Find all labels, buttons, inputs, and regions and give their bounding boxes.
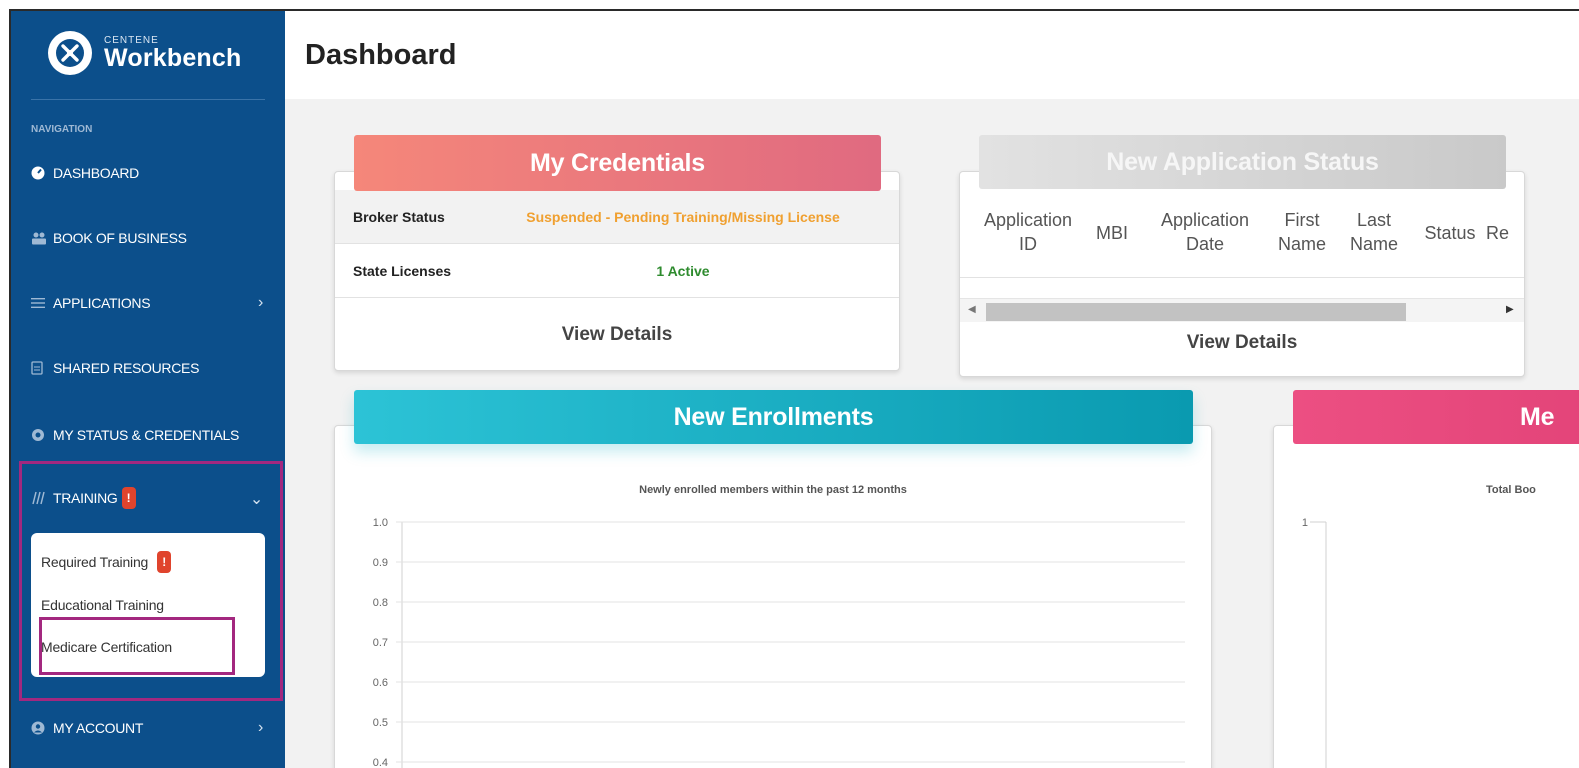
- sidebar-divider: [31, 99, 265, 100]
- sidebar-item-my-status-credentials[interactable]: MY STATUS & CREDENTIALS: [31, 422, 265, 448]
- column-header-first-name: First Name: [1277, 210, 1326, 255]
- state-licenses-row: State Licenses 1 Active: [335, 244, 899, 298]
- column-header-status: Status: [1424, 223, 1476, 243]
- chevron-right-icon: ›: [257, 294, 263, 311]
- sidebar-item-label: BOOK OF BUSINESS: [53, 230, 187, 246]
- sidebar-item-label: MY ACCOUNT: [53, 720, 144, 736]
- scrollbar-thumb[interactable]: [986, 303, 1406, 321]
- members-chart-title: Total Boo: [1486, 484, 1536, 496]
- broker-status-label: Broker Status: [353, 208, 445, 225]
- submenu-item-label: Educational Training: [41, 597, 164, 613]
- top-bar: Dashboard: [285, 11, 1579, 99]
- sidebar-item-label: DASHBOARD: [53, 165, 139, 181]
- credentials-view-details-link[interactable]: View Details: [335, 324, 899, 346]
- y-tick-label: 0.4: [373, 757, 388, 768]
- brand-name: Workbench: [104, 43, 242, 72]
- column-header-application-id: Application ID: [983, 210, 1073, 255]
- enrollments-chart-title: Newly enrolled members within the past 1…: [639, 484, 907, 496]
- credentials-card: Broker Status Suspended - Pending Traini…: [334, 171, 900, 371]
- people-icon: [31, 231, 49, 245]
- y-tick-label: 1: [1302, 517, 1308, 529]
- broker-status-row: Broker Status Suspended - Pending Traini…: [335, 190, 899, 244]
- tools-gear-icon: [48, 31, 92, 75]
- sidebar: CENTENE Workbench NAVIGATION DASHBOARD B…: [11, 11, 285, 768]
- y-tick-label: 0.5: [373, 717, 388, 729]
- alert-badge: !: [157, 551, 172, 573]
- state-licenses-label: State Licenses: [353, 262, 452, 279]
- chevron-right-icon: ›: [257, 719, 263, 736]
- page-title: Dashboard: [305, 39, 457, 71]
- broker-status-value: Suspended - Pending Training/Missing Lic…: [526, 208, 840, 225]
- application-status-card-header: New Application Status: [979, 135, 1506, 189]
- members-card-header: Me: [1293, 390, 1579, 444]
- column-header-truncated: Re: [1486, 223, 1510, 243]
- medicare-highlight-box: [39, 617, 235, 675]
- list-icon: [31, 297, 49, 309]
- credentials-card-header: My Credentials: [354, 135, 881, 191]
- column-header-last-name: Last Name: [1349, 210, 1398, 255]
- y-tick-label: 0.7: [373, 637, 388, 649]
- sidebar-item-label: SHARED RESOURCES: [53, 360, 200, 376]
- dashboard-gauge-icon: [31, 166, 49, 180]
- sidebar-item-book-of-business[interactable]: BOOK OF BUSINESS: [31, 225, 265, 251]
- submenu-item-label: Required Training: [41, 554, 149, 570]
- application-status-view-details-link[interactable]: View Details: [960, 332, 1524, 354]
- sidebar-item-label: MY STATUS & CREDENTIALS: [53, 427, 240, 443]
- y-tick-label: 0.6: [373, 677, 388, 689]
- enrollments-line-chart: 1.0 0.9 0.8 0.7 0.6 0.5 0.4: [373, 517, 1185, 768]
- y-tick-label: 0.9: [373, 557, 388, 569]
- sidebar-item-label: APPLICATIONS: [53, 295, 151, 311]
- scroll-left-arrow-icon[interactable]: ◀: [968, 304, 976, 315]
- sidebar-item-my-account[interactable]: MY ACCOUNT ›: [31, 715, 265, 741]
- nav-heading: NAVIGATION: [31, 124, 93, 135]
- sidebar-item-shared-resources[interactable]: SHARED RESOURCES: [31, 355, 265, 381]
- app-frame: CENTENE Workbench NAVIGATION DASHBOARD B…: [9, 9, 1579, 768]
- members-card: Total Boo 1: [1273, 425, 1579, 768]
- gear-badge-icon: [31, 428, 49, 442]
- submenu-item-required-training[interactable]: Required Training !: [41, 551, 172, 573]
- application-status-card: Application ID MBI Application Date Firs…: [959, 171, 1525, 377]
- scroll-right-arrow-icon[interactable]: ▶: [1506, 304, 1514, 315]
- enrollments-card: Newly enrolled members within the past 1…: [334, 425, 1212, 768]
- y-tick-label: 1.0: [373, 517, 388, 529]
- members-chart: 1: [1302, 517, 1327, 768]
- user-circle-icon: [31, 721, 49, 735]
- table-header-divider: [960, 277, 1524, 278]
- column-header-application-date: Application Date: [1160, 210, 1250, 255]
- enrollments-card-header: New Enrollments: [354, 390, 1193, 444]
- table-horizontal-scrollbar[interactable]: ◀ ▶: [960, 298, 1524, 322]
- brand-logo[interactable]: CENTENE Workbench: [48, 31, 241, 75]
- document-icon: [31, 361, 49, 375]
- sidebar-item-dashboard[interactable]: DASHBOARD: [31, 160, 265, 186]
- y-tick-label: 0.8: [373, 597, 388, 609]
- state-licenses-value: 1 Active: [656, 262, 710, 279]
- column-header-mbi: MBI: [1095, 223, 1128, 243]
- submenu-item-educational-training[interactable]: Educational Training: [41, 597, 164, 613]
- sidebar-item-applications[interactable]: APPLICATIONS ›: [31, 290, 265, 316]
